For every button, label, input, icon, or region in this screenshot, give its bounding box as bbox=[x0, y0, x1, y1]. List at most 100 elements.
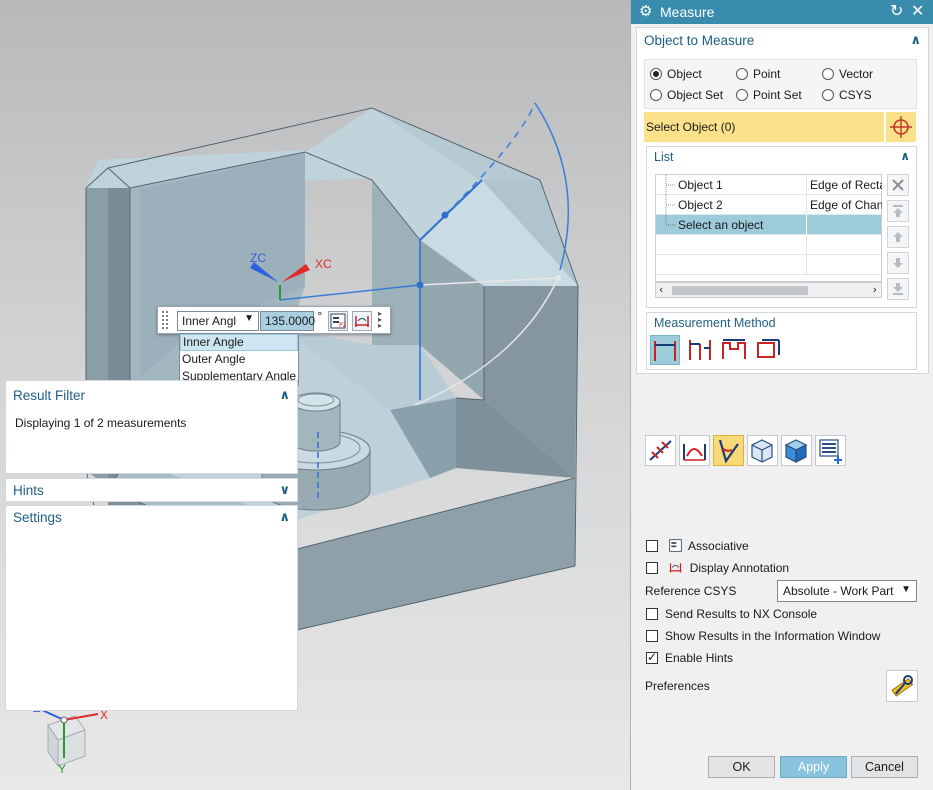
move-to-bottom-button[interactable] bbox=[887, 278, 909, 300]
measure-float-toolbar: Inner Angl ▼ 135.0000 ° P2 ▸ ▸ ▸ bbox=[157, 306, 391, 334]
angle-type-options: Inner Angle Outer Angle Supplementary An… bbox=[179, 333, 299, 386]
filter-distance-button[interactable] bbox=[645, 435, 676, 466]
scroll-left-icon[interactable]: ‹ bbox=[659, 283, 663, 296]
radio-point[interactable]: Point bbox=[736, 67, 780, 81]
cancel-button[interactable]: Cancel bbox=[851, 756, 918, 778]
cube-outline-icon bbox=[751, 439, 773, 463]
row-object-type: Edge of Recta bbox=[810, 178, 882, 192]
scroll-right-icon[interactable]: › bbox=[873, 283, 877, 296]
chevron-up-icon[interactable]: ∧ bbox=[900, 149, 910, 163]
chevron-down-icon[interactable]: ∨ bbox=[279, 483, 290, 498]
section-heading[interactable]: Hints bbox=[13, 483, 44, 498]
reference-csys-value: Absolute - Work Part bbox=[783, 584, 894, 598]
angle-type-value: Inner Angl bbox=[182, 314, 237, 328]
checkbox-label: Send Results to NX Console bbox=[665, 607, 818, 621]
checkbox-label: Display Annotation bbox=[689, 561, 790, 575]
horizontal-scrollbar[interactable]: ‹ › bbox=[655, 282, 882, 298]
annotation-icon bbox=[670, 563, 682, 573]
select-object-field[interactable]: Select Object (0) bbox=[644, 112, 884, 142]
angle-type-dropdown[interactable]: Inner Angl ▼ bbox=[177, 311, 259, 331]
radio-object[interactable]: Object bbox=[650, 67, 702, 81]
checkbox-label: Enable Hints bbox=[665, 651, 734, 665]
filter-angle-button[interactable] bbox=[679, 435, 710, 466]
angle-filter-icon bbox=[683, 444, 706, 461]
chevron-up-icon[interactable]: ∧ bbox=[910, 33, 921, 48]
list-row-selected[interactable]: Select an object bbox=[656, 215, 881, 235]
toolbar-overflow-icon[interactable]: ▸ ▸ ▸ bbox=[378, 310, 388, 331]
display-annotation-toggle-button[interactable] bbox=[352, 311, 372, 331]
associative-toggle-button[interactable]: P2 bbox=[328, 311, 348, 331]
angle-unit: ° bbox=[317, 310, 323, 323]
section-heading[interactable]: Settings bbox=[13, 510, 62, 525]
move-bottom-icon bbox=[893, 283, 903, 295]
send-results-checkbox[interactable]: Send Results to NX Console bbox=[646, 607, 817, 621]
checkbox-box bbox=[646, 540, 658, 552]
angle-value-field[interactable]: 135.0000 bbox=[260, 311, 315, 331]
move-top-icon bbox=[893, 205, 903, 217]
preferences-button[interactable] bbox=[886, 670, 918, 702]
close-icon[interactable]: ✕ bbox=[911, 1, 924, 20]
method-distance-button[interactable] bbox=[650, 335, 680, 365]
dialog-title-bar[interactable]: ⚙ Measure ↻ ✕ bbox=[631, 0, 933, 24]
projected-distance-icon bbox=[689, 340, 711, 360]
displaying-count: Displaying 1 of 2 measurements bbox=[15, 416, 187, 430]
radio-indicator bbox=[736, 89, 748, 101]
enable-hints-checkbox[interactable]: Enable Hints bbox=[646, 650, 734, 665]
object-list-table: Object 1 Edge of Recta Object 2 Edge of … bbox=[655, 174, 882, 282]
add-list-icon bbox=[819, 439, 842, 464]
method-projected-distance-button[interactable] bbox=[686, 335, 716, 365]
radio-object-set[interactable]: Object Set bbox=[650, 88, 723, 102]
method-length-button[interactable] bbox=[754, 335, 784, 365]
scrollbar-thumb[interactable] bbox=[672, 286, 808, 295]
filter-volume-button[interactable] bbox=[781, 435, 812, 466]
move-up-button[interactable] bbox=[887, 226, 909, 248]
tree-line-icon bbox=[665, 175, 676, 195]
chevron-down-icon: ▼ bbox=[901, 584, 911, 595]
reference-csys-label: Reference CSYS bbox=[645, 584, 737, 598]
filter-inner-angle-button[interactable] bbox=[713, 435, 744, 466]
filter-area-button[interactable] bbox=[747, 435, 778, 466]
zc-label: ZC bbox=[250, 251, 266, 265]
chevron-up-icon[interactable]: ∧ bbox=[279, 510, 290, 525]
filter-add-button[interactable] bbox=[815, 435, 846, 466]
move-down-button[interactable] bbox=[887, 252, 909, 274]
show-results-checkbox[interactable]: Show Results in the Information Window bbox=[646, 629, 880, 643]
chevron-up-icon[interactable]: ∧ bbox=[279, 388, 290, 403]
section-heading[interactable]: Result Filter bbox=[13, 388, 85, 403]
row-object-name: Object 2 bbox=[678, 198, 723, 212]
checkbox-label: Associative bbox=[688, 539, 749, 553]
triad-y-label: Y bbox=[58, 762, 66, 776]
reset-icon[interactable]: ↻ bbox=[890, 1, 903, 20]
associative-checkbox[interactable]: Associative bbox=[646, 538, 749, 553]
ruler-wrench-icon bbox=[891, 675, 914, 697]
apply-button[interactable]: Apply bbox=[780, 756, 847, 778]
radio-vector[interactable]: Vector bbox=[822, 67, 873, 81]
reference-csys-dropdown[interactable]: Absolute - Work Part ▼ bbox=[777, 580, 917, 602]
option-inner-angle[interactable]: Inner Angle bbox=[180, 334, 298, 351]
annotation-icon bbox=[355, 316, 369, 327]
move-to-top-button[interactable] bbox=[887, 200, 909, 222]
section-heading[interactable]: Object to Measure bbox=[644, 33, 754, 48]
radio-csys[interactable]: CSYS bbox=[822, 88, 872, 102]
list-row-empty bbox=[656, 235, 881, 255]
section-hints[interactable]: Hints ∨ bbox=[5, 478, 298, 502]
chevron-down-icon: ▼ bbox=[244, 313, 254, 324]
option-outer-angle[interactable]: Outer Angle bbox=[180, 351, 298, 368]
radio-indicator bbox=[650, 89, 662, 101]
ok-button[interactable]: OK bbox=[708, 756, 775, 778]
list-row[interactable]: Object 2 Edge of Chan bbox=[656, 195, 882, 215]
list-heading[interactable]: List bbox=[654, 150, 673, 164]
gear-icon[interactable]: ⚙ bbox=[639, 2, 652, 20]
radio-point-set[interactable]: Point Set bbox=[736, 88, 802, 102]
remove-button[interactable] bbox=[887, 174, 909, 196]
toolbar-grip[interactable] bbox=[161, 310, 169, 330]
select-object-button[interactable] bbox=[886, 112, 916, 142]
list-row[interactable]: Object 1 Edge of Recta bbox=[656, 175, 882, 195]
checkbox-label: Show Results in the Information Window bbox=[665, 629, 881, 643]
arrow-down-icon bbox=[893, 258, 903, 268]
display-annotation-checkbox[interactable]: Display Annotation bbox=[646, 560, 789, 575]
radio-label: Object bbox=[667, 67, 702, 81]
row-object-type: Edge of Chan bbox=[810, 198, 882, 212]
method-screen-distance-button[interactable] bbox=[720, 335, 750, 365]
radio-label: Point bbox=[753, 67, 781, 81]
